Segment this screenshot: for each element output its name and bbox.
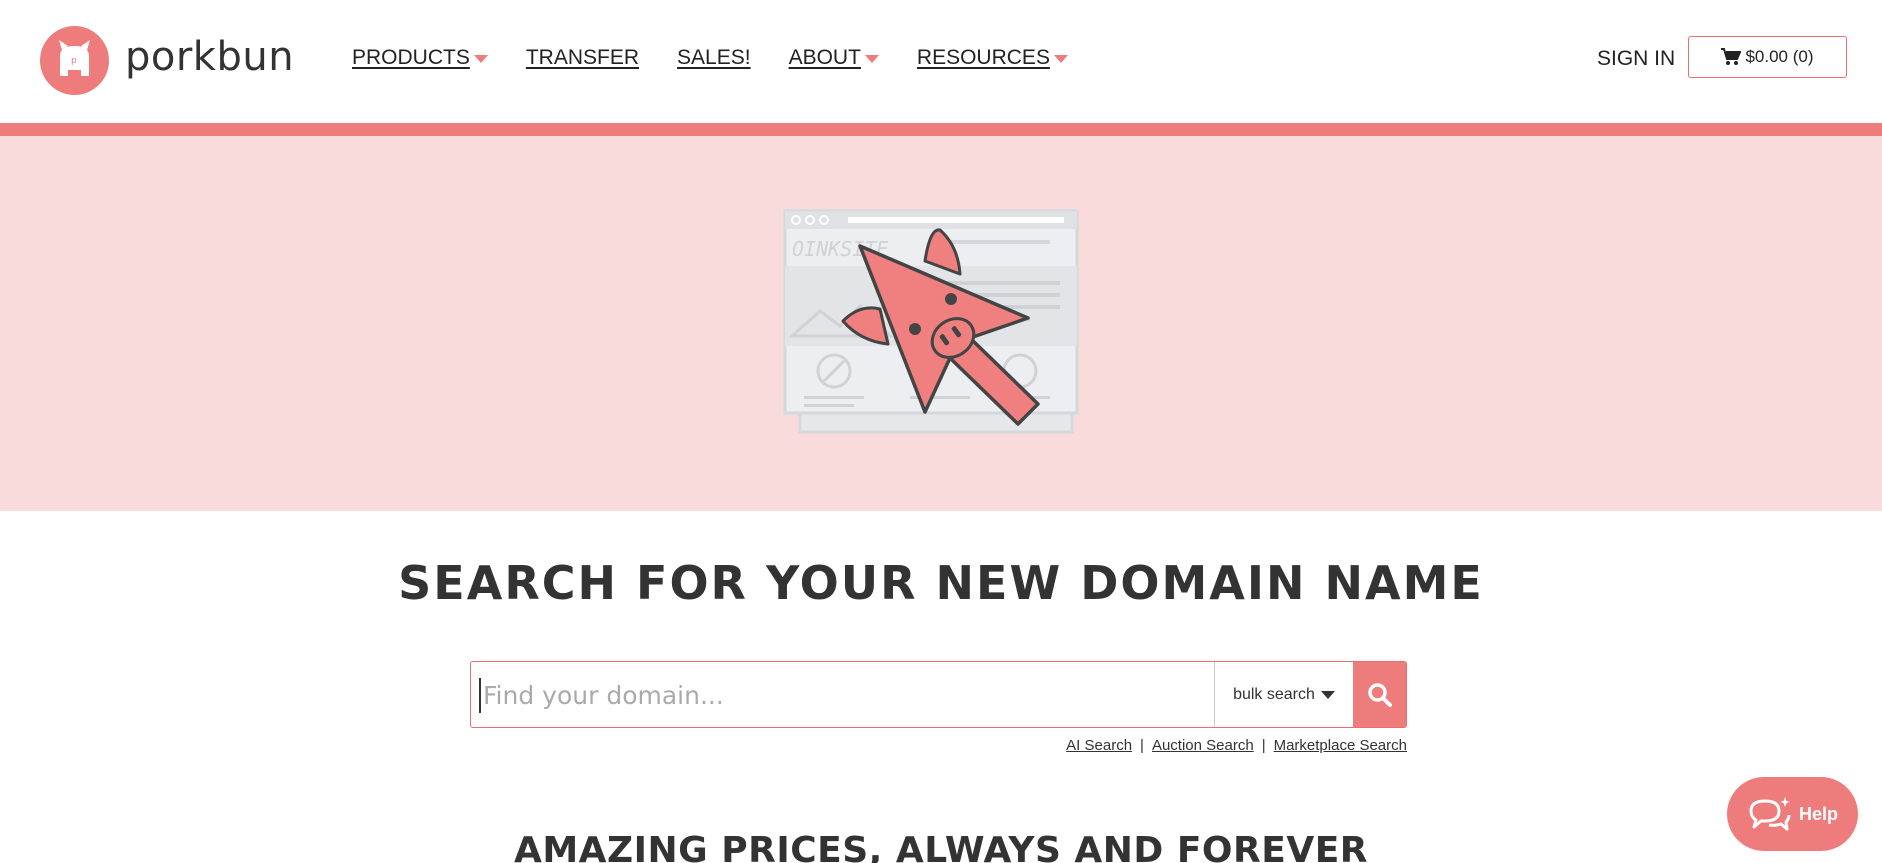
tagline-heading: AMAZING PRICES, ALWAYS AND FOREVER: [513, 830, 1369, 863]
nav-sales-label: SALES!: [677, 46, 751, 69]
logo-link[interactable]: p porkbun: [40, 26, 294, 95]
cart-icon: [1721, 48, 1742, 65]
main-nav: PRODUCTS TRANSFER SALES! ABOUT RESOURCES: [352, 46, 1106, 70]
sign-in-link[interactable]: SIGN IN: [1597, 47, 1675, 71]
link-separator: |: [1140, 737, 1144, 754]
nav-transfer[interactable]: TRANSFER: [526, 46, 639, 70]
nav-resources[interactable]: RESOURCES: [917, 46, 1068, 70]
nav-about-label: ABOUT: [788, 46, 861, 69]
ai-search-link[interactable]: AI Search: [1066, 737, 1132, 754]
nav-sales[interactable]: SALES!: [677, 46, 751, 70]
marketplace-search-link[interactable]: Marketplace Search: [1274, 737, 1407, 754]
search-title: SEARCH FOR YOUR NEW DOMAIN NAME: [398, 556, 1484, 610]
chat-bubbles-icon: [1749, 797, 1791, 831]
domain-search-bar: bulk search: [470, 661, 1407, 728]
bulk-search-dropdown[interactable]: bulk search: [1214, 662, 1353, 727]
header-accent-bar: [0, 123, 1882, 136]
search-icon: [1367, 682, 1392, 707]
search-links: AI Search | Auction Search | Marketplace Sea…: [1060, 737, 1407, 754]
site-header: p porkbun PRODUCTS TRANSFER SALES! ABOUT…: [0, 0, 1882, 123]
help-chat-button[interactable]: Help: [1727, 777, 1858, 851]
hero-banner: OINKSITE: [0, 136, 1882, 511]
chevron-down-icon: [1053, 55, 1068, 63]
nav-resources-label: RESOURCES: [916, 46, 1050, 69]
link-separator: |: [1261, 737, 1266, 754]
caret-down-icon: [1320, 690, 1335, 699]
domain-search-input[interactable]: [479, 678, 1214, 713]
search-button[interactable]: [1353, 662, 1406, 727]
pig-cursor-illustration: OINKSITE: [783, 209, 1079, 434]
brand-name: porkbun: [125, 33, 295, 80]
nav-products[interactable]: PRODUCTS: [352, 46, 488, 70]
chevron-down-icon: [473, 55, 488, 63]
porkbun-logo-icon: p: [40, 26, 109, 95]
chevron-down-icon: [864, 55, 879, 63]
nav-products-label: PRODUCTS: [352, 46, 470, 69]
bulk-search-label: bulk search: [1233, 685, 1315, 703]
cart-button[interactable]: $0.00 (0): [1688, 36, 1847, 78]
cart-total: $0.00 (0): [1745, 47, 1814, 66]
help-label: Help: [1798, 803, 1838, 824]
nav-about[interactable]: ABOUT: [789, 46, 879, 70]
svg-text:p: p: [71, 56, 77, 66]
nav-transfer-label: TRANSFER: [525, 46, 640, 69]
auction-search-link[interactable]: Auction Search: [1152, 737, 1254, 754]
